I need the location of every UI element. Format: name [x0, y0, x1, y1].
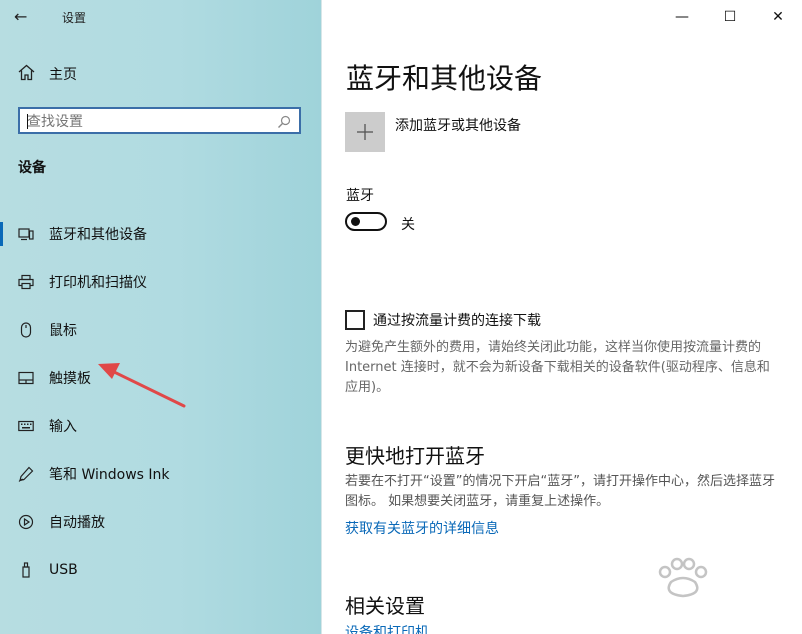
bluetooth-info-link[interactable]: 获取有关蓝牙的详细信息 [345, 518, 499, 538]
sidebar-item-label: 触摸板 [49, 371, 91, 387]
plus-icon [357, 124, 373, 140]
sidebar-item-mouse[interactable]: 鼠标 [0, 306, 321, 354]
toggle-knob [351, 217, 360, 226]
search-box[interactable] [18, 107, 301, 134]
sidebar-item-label: 鼠标 [49, 323, 77, 339]
maximize-button[interactable]: ☐ [706, 0, 754, 33]
back-button[interactable]: ← [14, 7, 36, 27]
home-icon [18, 64, 35, 85]
title-bar: ← 设置 [0, 0, 321, 34]
home-link[interactable]: 主页 [18, 62, 77, 86]
app-title: 设置 [62, 11, 87, 25]
page-title: 蓝牙和其他设备 [346, 62, 543, 95]
bluetooth-devices-icon [18, 226, 34, 242]
add-device-button[interactable] [345, 112, 385, 152]
sidebar: ← 设置 主页 设备 蓝牙和其他设备 打印机和扫描仪 [0, 0, 322, 634]
add-device-label[interactable]: 添加蓝牙或其他设备 [395, 115, 521, 135]
window-controls: — ☐ ✕ [658, 0, 802, 33]
active-indicator [0, 222, 3, 246]
bluetooth-toggle[interactable] [345, 212, 387, 231]
home-label: 主页 [49, 67, 77, 83]
mouse-icon [18, 322, 34, 338]
sidebar-item-label: 输入 [49, 419, 77, 435]
pen-icon [18, 466, 34, 482]
autoplay-icon [18, 514, 34, 530]
sidebar-item-label: USB [49, 562, 78, 578]
search-icon[interactable] [277, 114, 291, 128]
main-content: — ☐ ✕ 蓝牙和其他设备 添加蓝牙或其他设备 蓝牙 关 通过按流量计费的连接下… [322, 0, 802, 634]
quick-bluetooth-heading: 更快地打开蓝牙 [345, 444, 485, 468]
minimize-button[interactable]: — [658, 0, 706, 33]
metered-download-label[interactable]: 通过按流量计费的连接下载 [373, 310, 541, 330]
sidebar-item-usb[interactable]: USB [0, 546, 321, 594]
sidebar-item-printers[interactable]: 打印机和扫描仪 [0, 258, 321, 306]
close-button[interactable]: ✕ [754, 0, 802, 33]
keyboard-icon [18, 418, 34, 434]
search-input[interactable] [27, 110, 267, 131]
text-caret [27, 114, 28, 129]
quick-bluetooth-description: 若要在不打开“设置”的情况下开启“蓝牙”，请打开操作中心，然后选择蓝牙图标。 如… [345, 474, 775, 509]
section-title: 设备 [18, 160, 46, 176]
sidebar-item-label: 蓝牙和其他设备 [49, 227, 147, 243]
related-settings-heading: 相关设置 [345, 594, 425, 618]
touchpad-icon [18, 370, 34, 386]
sidebar-item-label: 自动播放 [49, 515, 105, 531]
sidebar-item-pen[interactable]: 笔和 Windows Ink [0, 450, 321, 498]
devices-printers-link[interactable]: 设备和打印机 [345, 622, 429, 634]
printer-icon [18, 274, 34, 290]
sidebar-item-autoplay[interactable]: 自动播放 [0, 498, 321, 546]
bluetooth-heading: 蓝牙 [346, 188, 374, 204]
sidebar-item-label: 打印机和扫描仪 [49, 275, 147, 291]
sidebar-item-bluetooth[interactable]: 蓝牙和其他设备 [0, 210, 321, 258]
metered-description: 为避免产生额外的费用，请始终关闭此功能，这样当你使用按流量计费的 Interne… [345, 340, 770, 395]
usb-icon [18, 562, 34, 578]
annotation-arrow-icon [98, 363, 186, 408]
metered-download-checkbox[interactable] [345, 310, 365, 330]
sidebar-item-label: 笔和 Windows Ink [49, 467, 170, 483]
bluetooth-state: 关 [401, 217, 415, 233]
